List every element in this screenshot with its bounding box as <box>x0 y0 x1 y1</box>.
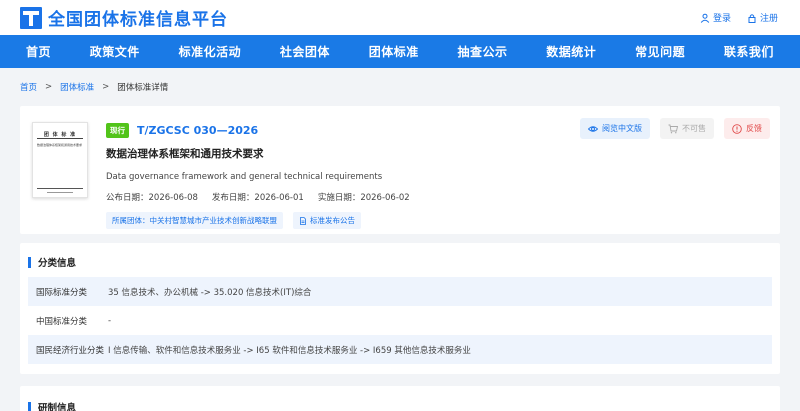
user-links: 登录 注册 <box>700 11 778 24</box>
cover-divider <box>37 138 83 139</box>
classification-row-industry: 国民经济行业分类 I 信息传输、软件和信息技术服务业 -> I65 软件和信息技… <box>28 335 772 364</box>
standard-tags: 所属团体：中关村智慧城市产业技术创新战略联盟 标准发布公告 <box>106 212 768 229</box>
register-link[interactable]: 注册 <box>747 11 778 24</box>
nav-item-organizations[interactable]: 社会团体 <box>280 43 330 60</box>
drafting-section: 研制信息 <box>20 386 780 411</box>
cart-icon <box>668 124 678 133</box>
user-icon <box>700 13 710 23</box>
row-value: - <box>108 315 112 326</box>
organization-tag[interactable]: 所属团体：中关村智慧城市产业技术创新战略联盟 <box>106 212 283 229</box>
cover-footer-line <box>37 188 83 189</box>
row-value: I 信息传输、软件和信息技术服务业 -> I65 软件和信息技术服务业 -> I… <box>108 345 471 356</box>
standard-dates: 公布日期：2026-06-08 发布日期：2026-06-01 实施日期：202… <box>106 191 768 203</box>
feedback-label: 反馈 <box>746 124 762 133</box>
feedback-button[interactable]: 反馈 <box>724 118 770 139</box>
login-link[interactable]: 登录 <box>700 11 731 24</box>
row-label: 中国标准分类 <box>36 316 88 327</box>
nav-item-home[interactable]: 首页 <box>26 43 51 60</box>
nav-item-inspection[interactable]: 抽查公示 <box>457 43 507 60</box>
section-title: 分类信息 <box>38 258 77 269</box>
row-label: 国民经济行业分类 <box>36 345 105 356</box>
main-nav: 首页 政策文件 标准化活动 社会团体 团体标准 抽查公示 数据统计 常见问题 联… <box>0 35 800 68</box>
row-label: 国际标准分类 <box>36 287 88 298</box>
classification-section: 分类信息 国际标准分类 35 信息技术、办公机械 -> 35.020 信息技术(… <box>20 243 780 374</box>
section-header: 分类信息 <box>28 255 772 269</box>
standard-actions: 阅览中文版 不可售 反馈 <box>580 118 770 139</box>
cover-text: 数据治理体系框架和通用技术要求 <box>37 143 83 147</box>
breadcrumb-current: 团体标准详情 <box>117 83 169 93</box>
notice-tag-label: 标准发布公告 <box>310 216 355 225</box>
standard-code: T/ZGCSC 030—2026 <box>137 124 259 137</box>
release-date: 发布日期：2026-06-01 <box>211 193 304 203</box>
nav-item-contact[interactable]: 联系我们 <box>724 43 774 60</box>
not-for-sale-label: 不可售 <box>682 124 706 133</box>
register-label: 注册 <box>759 14 778 24</box>
row-value: 35 信息技术、办公机械 -> 35.020 信息技术(IT)综合 <box>108 287 312 298</box>
nav-item-statistics[interactable]: 数据统计 <box>546 43 596 60</box>
breadcrumb-home[interactable]: 首页 <box>20 81 37 93</box>
breadcrumb-standards[interactable]: 团体标准 <box>60 81 94 93</box>
site-header: 全国团体标准信息平台 登录 注册 <box>0 0 800 35</box>
nav-item-faq[interactable]: 常见问题 <box>635 43 685 60</box>
cover-footer-line <box>47 192 73 193</box>
nav-item-policy[interactable]: 政策文件 <box>90 43 140 60</box>
brand[interactable]: 全国团体标准信息平台 <box>20 5 228 30</box>
publish-date: 公布日期：2026-06-08 <box>106 193 198 203</box>
breadcrumb-separator: > <box>45 82 53 92</box>
standard-cover-thumbnail[interactable]: 团 体 标 准 数据治理体系框架和通用技术要求 <box>32 122 88 198</box>
breadcrumb: 首页 > 团体标准 > 团体标准详情 <box>0 68 800 106</box>
effective-date: 实施日期：2026-06-02 <box>317 193 410 203</box>
not-for-sale-button[interactable]: 不可售 <box>660 118 714 139</box>
section-title: 研制信息 <box>38 403 77 411</box>
status-badge: 现行 <box>106 123 129 138</box>
section-accent-bar <box>28 256 31 268</box>
alert-circle-icon <box>732 123 742 134</box>
standard-title-en: Data governance framework and general te… <box>106 172 383 182</box>
section-header: 研制信息 <box>28 400 772 411</box>
classification-row-ics: 国际标准分类 35 信息技术、办公机械 -> 35.020 信息技术(IT)综合 <box>28 277 772 306</box>
logo-icon <box>20 6 42 29</box>
preview-button-label: 阅览中文版 <box>602 124 642 133</box>
notice-tag[interactable]: 标准发布公告 <box>293 212 361 229</box>
site-title: 全国团体标准信息平台 <box>48 10 228 30</box>
eye-icon <box>588 125 598 132</box>
breadcrumb-separator: > <box>102 82 110 92</box>
nav-item-activities[interactable]: 标准化活动 <box>179 43 242 60</box>
cover-title: 团 体 标 准 <box>43 132 77 138</box>
section-accent-bar <box>28 401 31 411</box>
classification-row-ccs: 中国标准分类 - <box>28 306 772 335</box>
login-label: 登录 <box>712 14 731 24</box>
standard-detail-card: 团 体 标 准 数据治理体系框架和通用技术要求 现行 T/ZGCSC 030—2… <box>20 106 780 234</box>
lock-icon <box>748 13 756 23</box>
document-icon <box>300 216 306 225</box>
nav-item-standards[interactable]: 团体标准 <box>369 43 419 60</box>
standard-title-cn: 数据治理体系框架和通用技术要求 <box>106 148 264 160</box>
preview-chinese-button[interactable]: 阅览中文版 <box>580 118 650 139</box>
